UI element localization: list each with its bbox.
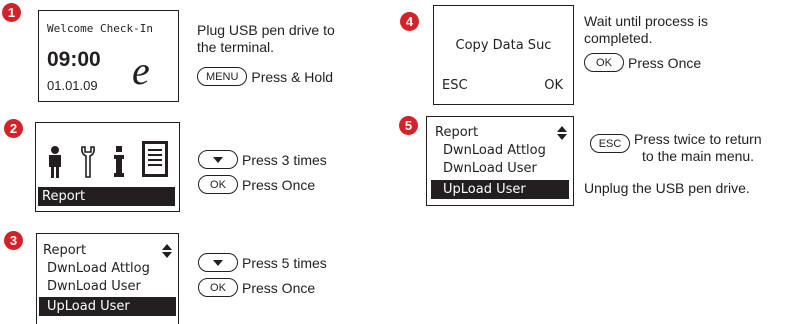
step2-screen: Report xyxy=(35,122,180,212)
welcome-text: Welcome Check-In xyxy=(47,22,153,35)
step5-screen: Report DwnLoad Attlog DwnLoad User UpLoa… xyxy=(426,116,574,206)
step-badge-3: 3 xyxy=(4,231,23,250)
menu-title: Report xyxy=(435,125,479,140)
chevron-down-icon xyxy=(213,156,223,163)
menu-key[interactable]: MENU xyxy=(197,67,248,86)
report-bar: Report xyxy=(38,187,175,206)
step1-instruction: Plug USB pen drive to the terminal. xyxy=(197,22,335,56)
step3-action1: Press 5 times xyxy=(242,254,327,271)
step-badge-2: 2 xyxy=(4,119,23,138)
step2-action1: Press 3 times xyxy=(242,151,327,168)
menu-item[interactable]: DwnLoad Attlog xyxy=(47,261,150,277)
down-key[interactable] xyxy=(198,253,238,272)
step2-row2: OK Press Once xyxy=(198,175,315,194)
menu-title: Report xyxy=(43,243,87,258)
step1-line2: the terminal. xyxy=(197,39,275,55)
wrench-icon xyxy=(81,146,95,178)
ok-key[interactable]: OK xyxy=(584,53,624,72)
copy-status: Copy Data Suc xyxy=(455,38,552,53)
step-badge-1: 1 xyxy=(2,3,21,22)
step5-action-line1: Press twice to return xyxy=(634,131,762,147)
info-icon xyxy=(114,146,124,177)
step4-instruction: Wait until process is completed. xyxy=(584,13,708,47)
step1-action: Press & Hold xyxy=(251,68,334,85)
ok-key[interactable]: OK xyxy=(198,278,238,297)
step-badge-5: 5 xyxy=(399,116,418,135)
step2-action2: Press Once xyxy=(242,176,316,193)
step4-key-row: OK Press Once xyxy=(584,53,701,72)
step4-screen: Copy Data Suc ESC OK xyxy=(433,5,574,105)
chevron-down-icon xyxy=(213,259,223,266)
step4-action: Press Once xyxy=(628,54,702,71)
clock-date: 01.01.09 xyxy=(47,78,98,93)
step3-screen: Report DwnLoad Attlog DwnLoad User UpLoa… xyxy=(36,233,179,324)
step5-note: Unplug the USB pen drive. xyxy=(584,180,750,196)
step4-line1: Wait until process is xyxy=(584,13,708,29)
step1-key-row: MENU Press & Hold xyxy=(197,67,333,86)
esc-key[interactable]: ESC xyxy=(590,134,630,153)
step5-action: Press twice to return to the main menu. xyxy=(634,131,762,165)
step2-row1: Press 3 times xyxy=(198,150,327,169)
step3-row1: Press 5 times xyxy=(198,253,327,272)
step4-line2: completed. xyxy=(584,30,653,46)
ok-key[interactable]: OK xyxy=(198,175,238,194)
menu-item[interactable]: DwnLoad Attlog xyxy=(443,143,546,159)
updown-arrows-icon xyxy=(162,244,172,258)
step3-row2: OK Press Once xyxy=(198,278,315,297)
menu-item-selected[interactable]: UpLoad User xyxy=(431,180,569,199)
step5-key-row: ESC Press twice to return to the main me… xyxy=(590,131,762,165)
esc-softkey[interactable]: ESC xyxy=(442,78,468,93)
logo-e-icon: e xyxy=(132,48,150,93)
step3-action2: Press Once xyxy=(242,279,316,296)
step1-line1: Plug USB pen drive to xyxy=(197,22,335,38)
menu-item-selected[interactable]: UpLoad User xyxy=(39,297,176,316)
step-badge-4: 4 xyxy=(400,12,419,31)
down-key[interactable] xyxy=(198,150,238,169)
menu-item[interactable]: DwnLoad User xyxy=(47,279,141,295)
step5-action-line2: to the main menu. xyxy=(642,148,755,164)
clock-time: 09:00 xyxy=(47,48,101,71)
menu-item[interactable]: DwnLoad User xyxy=(443,161,537,177)
person-icon xyxy=(49,146,61,178)
ok-softkey[interactable]: OK xyxy=(544,78,563,93)
updown-arrows-icon xyxy=(557,126,567,140)
document-icon xyxy=(142,141,168,177)
step1-screen: Welcome Check-In 09:00 01.01.09 e xyxy=(38,10,179,102)
